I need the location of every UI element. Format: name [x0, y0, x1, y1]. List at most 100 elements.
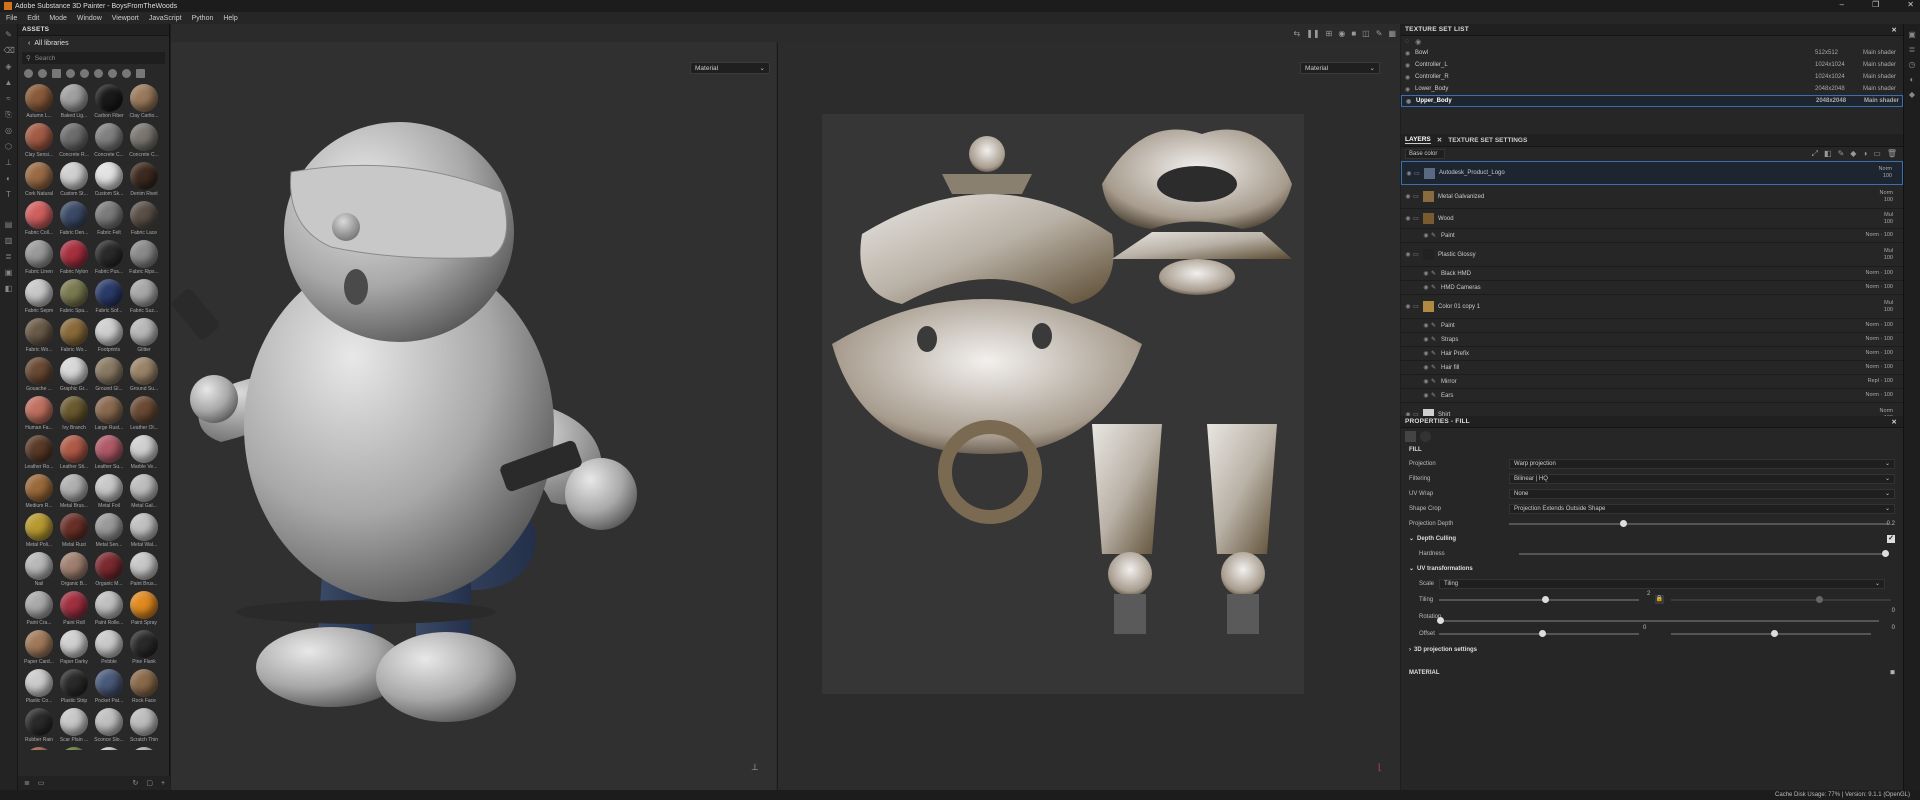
layer-row[interactable]: ◉ ▭ Plastic Glossy Mul 100 — [1401, 243, 1903, 267]
text-icon[interactable]: T — [4, 190, 14, 200]
material-thumbnail[interactable] — [127, 747, 161, 750]
depth-culling-checkbox[interactable]: ✓ — [1887, 534, 1895, 543]
layer-blend-mode[interactable]: Mul 100 — [1884, 212, 1893, 226]
layers-icon[interactable]: ≣ — [4, 252, 14, 262]
eye-icon[interactable]: ◉ — [1421, 232, 1431, 239]
menu-item-mode[interactable]: Mode — [49, 15, 67, 22]
add-folder-icon[interactable]: ▭ — [1873, 149, 1881, 159]
close-button[interactable]: ✕ — [1907, 0, 1914, 9]
eye-icon[interactable]: ◉ — [1405, 50, 1415, 57]
eye-icon[interactable]: ◉ — [1403, 303, 1413, 310]
material-thumbnail[interactable]: Ground Su... — [127, 357, 161, 394]
filter-materials-icon[interactable] — [38, 68, 47, 78]
history-icon[interactable]: ◷ — [1908, 60, 1917, 69]
eye-icon[interactable]: ◉ — [1405, 74, 1415, 81]
sublayer-row[interactable]: ◉ ✎ Black HMD Norm · 100 — [1401, 267, 1903, 281]
material-thumbnail[interactable]: Metal Foil — [92, 474, 126, 511]
eye-icon[interactable]: ◉ — [1421, 322, 1431, 329]
slider-knob[interactable] — [1620, 519, 1627, 527]
eye-icon[interactable]: ◉ — [1403, 193, 1413, 200]
texture-set-row[interactable]: ◉ Controller_L 1024x1024 Main shader — [1401, 59, 1903, 71]
paint-brush-icon[interactable]: ✎ — [4, 30, 14, 40]
breadcrumb[interactable]: ‹ All libraries — [18, 36, 169, 50]
measure-icon[interactable]: ⊥ — [4, 158, 14, 168]
sublayer-row[interactable]: ◉ ✎ Straps Norm · 100 — [1401, 333, 1903, 347]
layer-blend-mode[interactable]: Norm · 100 — [1865, 232, 1893, 239]
pause-icon[interactable]: ❚❚ — [1306, 29, 1319, 38]
sublayer-row[interactable]: ◉ ✎ Paint Norm · 100 — [1401, 319, 1903, 333]
sublayer-row[interactable]: ◉ ✎ Hair Prefix Norm · 100 — [1401, 347, 1903, 361]
material-thumbnail[interactable]: Metal Wal... — [127, 513, 161, 550]
material-thumbnail[interactable]: Organic B... — [57, 552, 91, 589]
material-thumbnail[interactable]: Metal Brus... — [57, 474, 91, 511]
geometry-icon[interactable]: ⬡ — [4, 142, 14, 152]
material-thumbnail[interactable]: Marble Ve... — [127, 435, 161, 472]
slider-knob[interactable] — [1539, 629, 1546, 637]
material-thumbnail[interactable]: Fabric Spa... — [57, 279, 91, 316]
slider-knob[interactable] — [1816, 595, 1823, 603]
layer-row[interactable]: ◉ ▭ Autodesk_Product_Logo Norm 100 — [1401, 161, 1903, 185]
material-thumbnail[interactable]: Pine Flank — [127, 630, 161, 667]
material-thumbnail[interactable]: Custom Sk... — [92, 162, 126, 199]
material-thumbnail[interactable]: Paint Spray — [127, 591, 161, 628]
panel-close-icon[interactable]: ✕ — [1891, 418, 1897, 426]
material-thumbnail[interactable]: Carbon Fiber — [92, 84, 126, 121]
shelf-icon[interactable]: ▥ — [4, 236, 14, 246]
eye-icon[interactable]: ◉ — [1404, 170, 1414, 177]
bake-icon[interactable]: ◐ — [4, 174, 14, 184]
material-thumbnail[interactable]: Fabric Sof... — [92, 279, 126, 316]
split-view-icon[interactable]: ⊞ — [1326, 29, 1333, 38]
slider-knob[interactable] — [1882, 549, 1890, 557]
material-thumbnail[interactable]: Rock Face — [127, 669, 161, 706]
material-thumbnail[interactable]: Paper Card... — [22, 630, 56, 667]
hardness-slider[interactable] — [1519, 549, 1890, 557]
add-fill-layer-icon[interactable]: ◆ — [1850, 149, 1856, 159]
menu-item-javascript[interactable]: JavaScript — [149, 15, 182, 22]
material-thumbnail[interactable] — [92, 747, 126, 750]
layer-blend-mode[interactable]: Norm · 100 — [1865, 336, 1893, 343]
menu-item-help[interactable]: Help — [223, 15, 237, 22]
sublayer-row[interactable]: ◉ ✎ Hair fill Norm · 100 — [1401, 361, 1903, 375]
texture-set-row[interactable]: ◉ Upper_Body 2048x2048 Main shader — [1401, 95, 1903, 107]
filter-smart-materials-icon[interactable] — [52, 68, 61, 78]
layer-blend-mode[interactable]: Norm · 100 — [1865, 270, 1893, 277]
picker-icon[interactable]: ◎ — [4, 126, 14, 136]
eye-icon[interactable]: ◉ — [1415, 38, 1421, 46]
eye-icon[interactable]: ◉ — [1421, 270, 1431, 277]
material-thumbnail[interactable]: Glitter — [127, 318, 161, 355]
chevron-down-icon[interactable]: ⌄ — [1409, 565, 1414, 572]
material-thumbnail[interactable]: Scratch Thin — [127, 708, 161, 745]
camera-icon[interactable]: ■ — [1351, 29, 1356, 38]
layer-blend-mode[interactable]: Norm · 100 — [1865, 364, 1893, 371]
material-thumbnail[interactable]: Fabric Suz... — [127, 279, 161, 316]
layer-blend-mode[interactable]: Norm100 — [1880, 190, 1893, 204]
material-thumbnail[interactable]: Footprints — [92, 318, 126, 355]
material-thumbnail[interactable]: Fabric Nylon — [57, 240, 91, 277]
chevron-right-icon[interactable]: › — [1409, 647, 1411, 653]
material-thumbnail[interactable]: Ivy Branch — [57, 396, 91, 433]
render-icon[interactable]: ▦ — [1388, 29, 1396, 38]
material-thumbnail[interactable]: Scar Plain ... — [57, 708, 91, 745]
symmetry-icon[interactable]: ⇆ — [1294, 29, 1301, 38]
material-thumbnail[interactable]: Large Rust... — [92, 396, 126, 433]
material-thumbnail[interactable] — [22, 747, 56, 750]
material-thumbnail[interactable]: Plastic Co... — [22, 669, 56, 706]
material-thumbnail[interactable]: Graphic Gr... — [57, 357, 91, 394]
material-thumbnail[interactable]: Fabric Felt — [92, 201, 126, 238]
material-thumbnail[interactable]: Paper Darky — [57, 630, 91, 667]
chevron-down-icon[interactable]: ⌄ — [1409, 535, 1414, 542]
eye-icon[interactable]: ◉ — [1421, 336, 1431, 343]
material-thumbnail[interactable]: Leather Ol... — [127, 396, 161, 433]
material-thumbnail[interactable]: Fabric Wo... — [22, 318, 56, 355]
channel-dropdown[interactable]: Base color — [1405, 149, 1445, 159]
close-icon[interactable]: ✕ — [1437, 136, 1442, 144]
material-thumbnail[interactable]: Metal Poli... — [22, 513, 56, 550]
layer-blend-mode[interactable]: Repl · 100 — [1868, 378, 1893, 385]
material-thumbnail[interactable]: Metal Rust — [57, 513, 91, 550]
material-thumbnail[interactable]: Autumn L... — [22, 84, 56, 121]
material-thumbnail[interactable]: Ground Gl... — [92, 357, 126, 394]
material-thumbnail[interactable]: Baked Lig... — [57, 84, 91, 121]
projection-depth-slider[interactable] — [1509, 519, 1889, 527]
chevron-left-icon[interactable]: ‹ — [28, 40, 30, 47]
display-icon[interactable]: ▣ — [4, 268, 14, 278]
